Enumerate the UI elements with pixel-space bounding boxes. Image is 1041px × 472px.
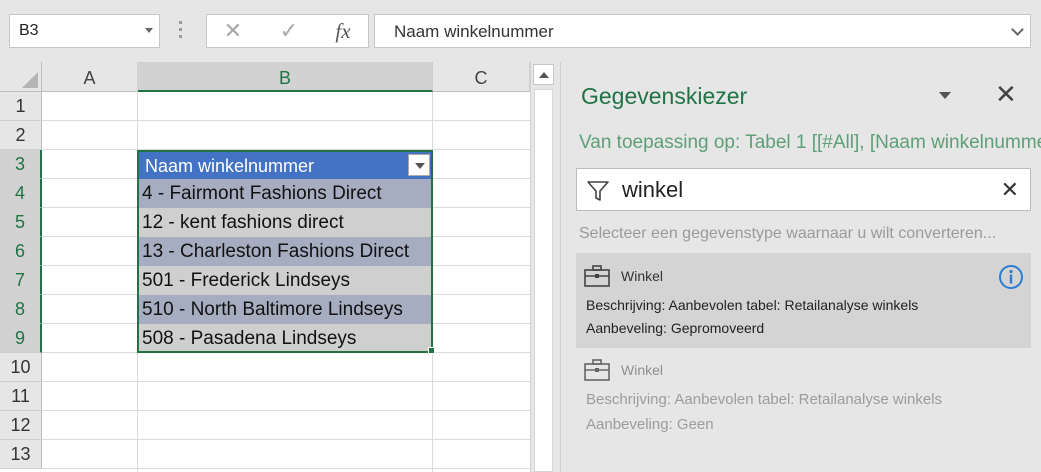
data-selector-pane: Gegevenskiezer ✕ Van toepassing op: Tabe… bbox=[561, 62, 1041, 472]
result-recommendation: Aanbeveling: Geen bbox=[586, 416, 714, 433]
formula-input[interactable]: Naam winkelnummer bbox=[374, 14, 1031, 48]
row-header-7[interactable]: 7 bbox=[0, 266, 42, 295]
row-header-2[interactable]: 2 bbox=[0, 121, 42, 150]
formula-buttons: ✕ ✓ fx bbox=[206, 14, 369, 48]
name-box-value: B3 bbox=[19, 22, 39, 39]
formula-text: Naam winkelnummer bbox=[394, 22, 554, 41]
name-box[interactable]: B3 bbox=[9, 14, 160, 48]
result-description: Beschrijving: Aanbevolen tabel: Retailan… bbox=[586, 297, 919, 313]
applies-to-text: Van toepassing op: Tabel 1 [[#All], [Naa… bbox=[579, 132, 1041, 153]
pane-title: Gegevenskiezer bbox=[581, 83, 748, 109]
gridline bbox=[42, 381, 530, 382]
search-value: winkel bbox=[622, 177, 684, 202]
scroll-up-icon[interactable] bbox=[533, 64, 554, 85]
formula-bar: B3 ✕ ✓ fx Naam winkelnummer bbox=[0, 0, 1041, 62]
info-icon[interactable] bbox=[998, 264, 1024, 290]
column-header-a[interactable]: A bbox=[42, 62, 138, 92]
drag-handle[interactable] bbox=[179, 21, 183, 41]
column-header-b[interactable]: B bbox=[138, 62, 433, 92]
row-header-5[interactable]: 5 bbox=[0, 208, 42, 237]
gridline bbox=[42, 410, 530, 411]
search-input[interactable]: winkel ✕ bbox=[576, 168, 1031, 211]
chevron-down-icon[interactable] bbox=[145, 28, 153, 33]
result-recommendation: Aanbeveling: Gepromoveerd bbox=[586, 320, 765, 336]
expand-formula-icon[interactable] bbox=[1011, 23, 1024, 36]
row-header-10[interactable]: 10 bbox=[0, 353, 42, 382]
row-header-8[interactable]: 8 bbox=[0, 295, 42, 324]
selection-border bbox=[137, 150, 433, 353]
gridline bbox=[42, 468, 530, 469]
hint-text: Selecteer een gegevenstype waarnaar u wi… bbox=[579, 225, 997, 242]
enter-icon[interactable]: ✓ bbox=[269, 15, 309, 47]
result-title: Winkel bbox=[621, 268, 664, 284]
row-header-13[interactable]: 13 bbox=[0, 440, 42, 469]
result-item[interactable]: Winkel Beschrijving: Aanbevolen tabel: R… bbox=[576, 347, 1031, 442]
result-item[interactable]: Winkel Beschrijving: Aanbevolen tabel: R… bbox=[576, 253, 1031, 348]
row-header-11[interactable]: 11 bbox=[0, 382, 42, 411]
excel-window: B3 ✕ ✓ fx Naam winkelnummer A B C 1 2 3 … bbox=[0, 0, 1041, 472]
row-header-1[interactable]: 1 bbox=[0, 92, 42, 121]
gridline bbox=[42, 439, 530, 440]
cancel-icon[interactable]: ✕ bbox=[213, 15, 253, 47]
briefcase-icon bbox=[584, 265, 610, 287]
close-icon[interactable]: ✕ bbox=[995, 80, 1017, 108]
vertical-scrollbar[interactable] bbox=[530, 62, 556, 472]
row-header-3[interactable]: 3 bbox=[0, 150, 42, 179]
row-header-6[interactable]: 6 bbox=[0, 237, 42, 266]
row-header-4[interactable]: 4 bbox=[0, 179, 42, 208]
fill-handle[interactable] bbox=[428, 347, 435, 354]
row-header-12[interactable]: 12 bbox=[0, 411, 42, 440]
pane-options-icon[interactable] bbox=[939, 92, 951, 99]
gridline bbox=[42, 120, 530, 121]
result-description: Beschrijving: Aanbevolen tabel: Retailan… bbox=[586, 391, 943, 408]
row-header-9[interactable]: 9 bbox=[0, 324, 42, 353]
clear-search-icon[interactable]: ✕ bbox=[1001, 177, 1019, 203]
filter-icon bbox=[587, 181, 609, 201]
result-title: Winkel bbox=[621, 362, 664, 378]
column-header-c[interactable]: C bbox=[433, 62, 530, 92]
worksheet-grid[interactable]: A B C 1 2 3 4 5 6 7 8 9 10 11 12 13 Naam… bbox=[0, 62, 530, 472]
insert-function-button[interactable]: fx bbox=[323, 15, 363, 47]
select-all-button[interactable] bbox=[0, 62, 42, 92]
briefcase-icon bbox=[584, 359, 610, 381]
scroll-track[interactable] bbox=[534, 89, 553, 472]
